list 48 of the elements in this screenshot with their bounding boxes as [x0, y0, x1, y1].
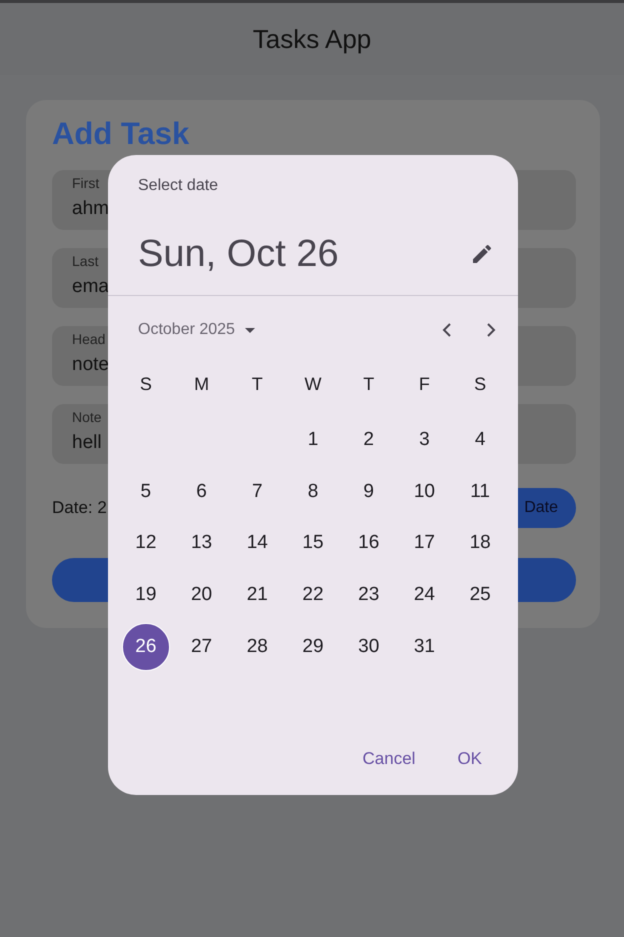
day[interactable]: 3	[400, 416, 448, 464]
day[interactable]: 23	[344, 570, 393, 619]
day[interactable]: 24	[400, 570, 448, 619]
day[interactable]: 26	[122, 622, 170, 671]
caret-icon	[244, 328, 255, 332]
app-title: Tasks App	[252, 24, 372, 54]
day[interactable]: 14	[233, 519, 282, 568]
form-title: Add Task	[52, 118, 190, 150]
day[interactable]: 15	[288, 519, 337, 568]
day[interactable]: 21	[233, 570, 282, 619]
day[interactable]: 13	[178, 519, 226, 568]
day[interactable]: 7	[233, 468, 282, 516]
weekday-label: S	[474, 374, 486, 394]
day[interactable]: 25	[456, 570, 504, 619]
day[interactable]: 22	[288, 570, 337, 619]
edit-icon[interactable]	[470, 242, 494, 266]
day[interactable]: 5	[122, 468, 170, 516]
day[interactable]: 27	[178, 622, 226, 671]
ok-button[interactable]: OK	[445, 743, 494, 775]
date-text: Date: 2	[52, 498, 107, 518]
day[interactable]: 9	[344, 468, 393, 516]
day[interactable]: 10	[400, 468, 448, 516]
weekday-label: F	[418, 374, 430, 394]
month-selector[interactable]: October 2025	[138, 321, 255, 339]
day[interactable]: 17	[400, 519, 448, 568]
weekday-label: M	[194, 374, 210, 394]
day[interactable]: 16	[344, 519, 393, 568]
day[interactable]: 2	[344, 416, 393, 464]
weekday-label: T	[252, 374, 263, 394]
cancel-button[interactable]: Cancel	[350, 743, 428, 775]
day[interactable]: 19	[122, 570, 170, 619]
day[interactable]: 4	[456, 416, 504, 464]
day[interactable]: 28	[233, 622, 282, 671]
day[interactable]: 20	[178, 570, 226, 619]
day[interactable]: 6	[178, 468, 226, 516]
day[interactable]: 8	[288, 468, 337, 516]
weekday-label: T	[363, 374, 374, 394]
day[interactable]: 29	[288, 622, 337, 671]
day[interactable]: 1	[288, 416, 337, 464]
day[interactable]: 12	[122, 519, 170, 568]
day[interactable]: 31	[400, 622, 448, 671]
previous-month-icon[interactable]	[442, 323, 452, 337]
dialog-header: Select date	[138, 177, 220, 195]
day[interactable]: 30	[344, 622, 393, 671]
weekday-label: S	[140, 374, 152, 394]
weekday-label: W	[304, 374, 322, 394]
selected-date: Sun, Oct 26	[138, 232, 339, 276]
next-month-icon[interactable]	[486, 323, 496, 337]
